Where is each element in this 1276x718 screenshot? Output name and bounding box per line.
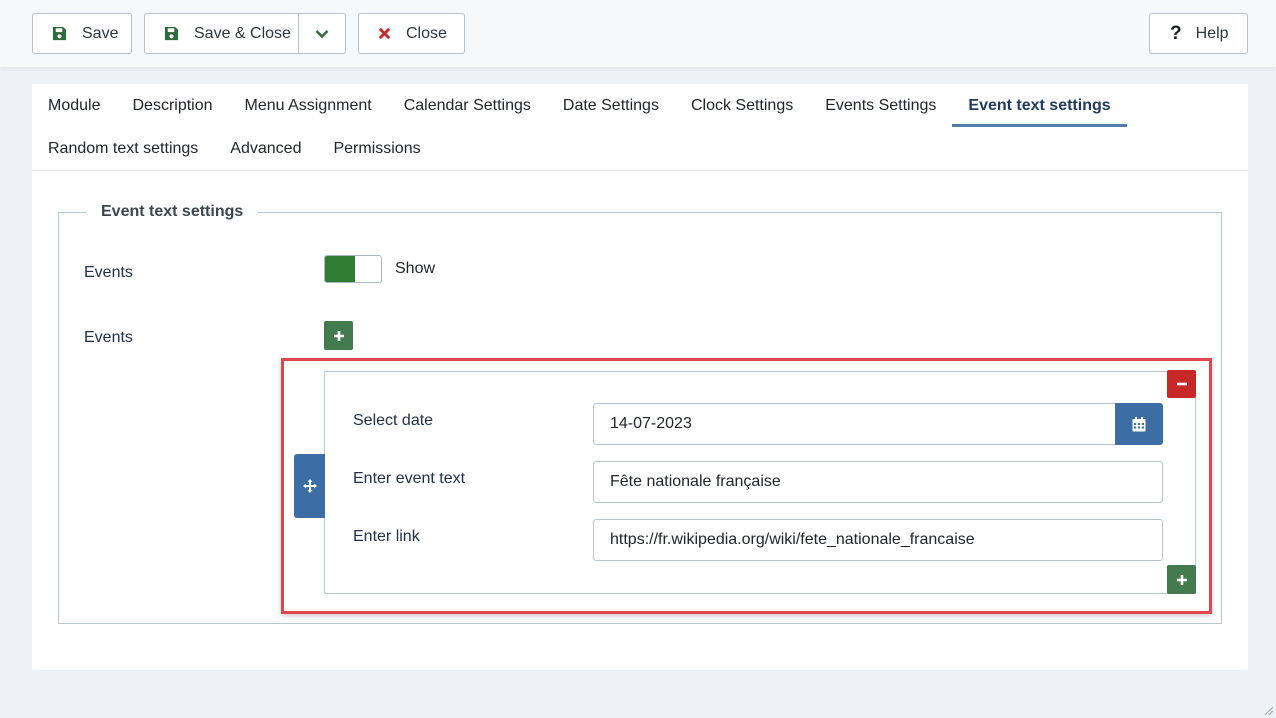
help-label: Help bbox=[1195, 24, 1229, 42]
toggle-on-indicator bbox=[325, 256, 355, 282]
fieldset-legend: Event text settings bbox=[101, 203, 244, 220]
tab-bar-row-2: Random text settings Advanced Permission… bbox=[32, 127, 437, 170]
chevron-down-icon bbox=[315, 29, 329, 39]
save-and-close-button[interactable]: Save & Close bbox=[144, 13, 299, 54]
save-and-close-label: Save & Close bbox=[194, 24, 291, 42]
close-icon bbox=[378, 27, 391, 40]
toggle-state-text: Show bbox=[395, 260, 436, 277]
tab-events-settings[interactable]: Events Settings bbox=[809, 84, 952, 127]
tab-module[interactable]: Module bbox=[32, 84, 116, 127]
help-icon: ? bbox=[1170, 22, 1182, 44]
save-icon bbox=[164, 26, 179, 41]
events-list-label: Events bbox=[84, 329, 133, 346]
tab-description[interactable]: Description bbox=[116, 84, 228, 127]
events-show-toggle[interactable] bbox=[324, 255, 382, 283]
save-button[interactable]: Save bbox=[32, 13, 132, 54]
resize-grip-icon bbox=[1264, 706, 1274, 716]
tab-bar-row-1: Module Description Menu Assignment Calen… bbox=[32, 84, 1127, 127]
module-edit-card: Module Description Menu Assignment Calen… bbox=[32, 84, 1248, 670]
tab-event-text-settings[interactable]: Event text settings bbox=[952, 84, 1127, 127]
tab-random-text-settings[interactable]: Random text settings bbox=[32, 127, 214, 170]
help-button[interactable]: ? Help bbox=[1149, 13, 1248, 54]
tab-menu-assignment[interactable]: Menu Assignment bbox=[229, 84, 388, 127]
tab-divider bbox=[32, 170, 1248, 171]
tab-advanced[interactable]: Advanced bbox=[214, 127, 317, 170]
tab-clock-settings[interactable]: Clock Settings bbox=[675, 84, 809, 127]
add-event-button[interactable] bbox=[324, 321, 353, 350]
close-label: Close bbox=[406, 24, 447, 42]
save-icon bbox=[52, 26, 67, 41]
events-toggle-label: Events bbox=[84, 264, 133, 281]
close-button[interactable]: Close bbox=[358, 13, 465, 54]
save-label: Save bbox=[82, 24, 119, 42]
tab-calendar-settings[interactable]: Calendar Settings bbox=[388, 84, 547, 127]
plus-icon bbox=[333, 330, 344, 341]
save-options-dropdown-button[interactable] bbox=[298, 13, 346, 54]
tab-permissions[interactable]: Permissions bbox=[317, 127, 436, 170]
toolbar: Save Save & Close Close ? Help bbox=[0, 0, 1276, 67]
highlight-box bbox=[281, 358, 1212, 614]
tab-date-settings[interactable]: Date Settings bbox=[547, 84, 675, 127]
